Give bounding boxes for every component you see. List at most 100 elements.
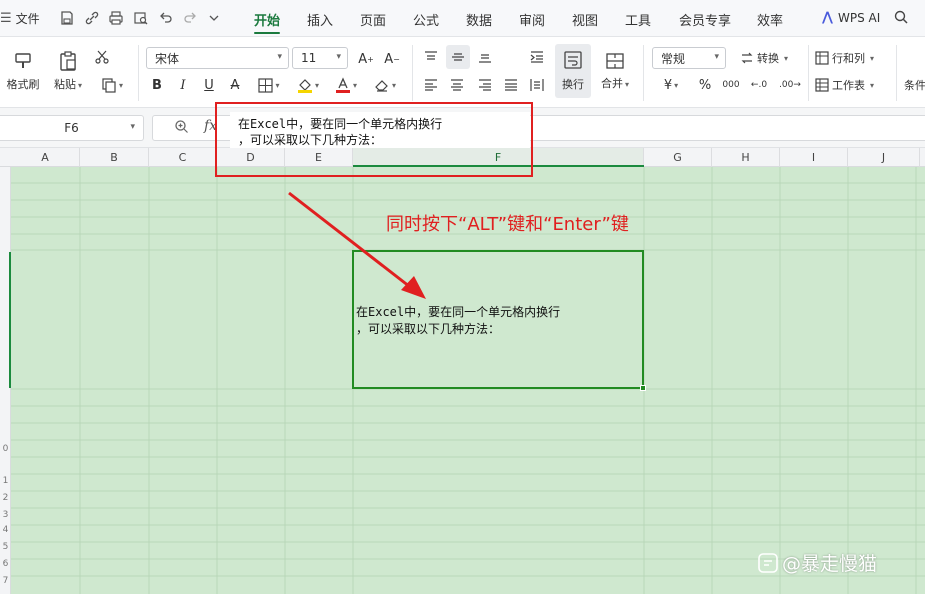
row-header[interactable]: 1 [0,476,11,486]
font-size-select[interactable]: 11 ▾ [292,47,348,69]
row-header[interactable]: 5 [0,542,11,552]
cell-f6-content: 在Excel中，要在同一个单元格内换行 ，可以采取以下几种方法： [356,304,560,338]
fill-handle[interactable] [640,385,646,391]
indent-icon[interactable] [526,47,548,67]
align-left-icon[interactable] [420,75,442,95]
cell-line-2: ，可以采取以下几种方法： [356,322,501,336]
wrap-text-button[interactable]: 换行 [555,44,591,98]
merge-cells-button[interactable]: 合并 ▾ [597,45,633,97]
align-right-icon[interactable] [474,75,496,95]
row-header[interactable]: 2 [0,493,11,503]
rows-columns-label: 行和列 [832,52,865,65]
zoom-icon[interactable] [174,119,189,137]
underline-button[interactable]: U [200,75,218,95]
column-header-g[interactable]: G [644,148,712,167]
search-icon[interactable] [893,9,909,28]
tab-formula[interactable]: 公式 [413,10,439,29]
worksheet-button[interactable]: 工作表 ▾ [815,75,885,95]
column-header-b[interactable]: B [80,148,149,167]
copy-icon [102,78,116,93]
worksheet-icon [815,78,829,92]
file-menu[interactable]: ☰ 文件 [0,10,40,27]
percent-button[interactable]: % [696,75,714,95]
column-header-i[interactable]: I [780,148,848,167]
tab-home[interactable]: 开始 [254,10,280,29]
currency-icon: ¥ [663,77,673,93]
name-box-value: F6 [64,121,79,135]
wps-ai-button[interactable]: ⋀ WPS AI [822,10,880,25]
column-header-h[interactable]: H [712,148,780,167]
paint-bucket-icon [297,79,312,93]
toutiao-logo-icon [758,552,778,573]
row-header[interactable]: 0 [0,444,11,454]
rows-columns-button[interactable]: 行和列 ▾ [815,48,885,68]
font-size-value: 11 [301,51,317,65]
print-preview-icon[interactable] [131,8,151,28]
font-name-select[interactable]: 宋体 ▾ [146,47,289,69]
tab-member[interactable]: 会员专享 [679,10,731,29]
increase-font-icon[interactable]: A + [356,49,376,69]
clear-format-button[interactable]: ▾ [369,75,401,95]
tab-tools[interactable]: 工具 [625,10,651,29]
row-header[interactable]: 6 [0,559,11,569]
tab-efficiency[interactable]: 效率 [757,10,783,29]
font-color-button[interactable]: ▾ [330,75,362,95]
name-box[interactable]: F6 ▾ [0,115,144,141]
conditional-format-button[interactable]: 条件 [904,75,925,95]
convert-label: 转换 [756,52,779,65]
tab-view[interactable]: 视图 [572,10,598,29]
cell-line-1: 在Excel中，要在同一个单元格内换行 [356,305,561,319]
currency-button[interactable]: ¥ ▾ [656,75,686,95]
merge-cells-label: 合并 [600,77,623,90]
copy-button[interactable]: ▾ [95,75,129,95]
paste-button[interactable]: 粘贴 ▾ [50,45,86,97]
font-name-value: 宋体 [155,51,180,66]
save-icon[interactable] [57,8,77,28]
increase-decimal-button[interactable]: ←.0 [746,75,772,95]
column-header-a[interactable]: A [11,148,80,167]
quick-access-more-icon[interactable] [204,8,224,28]
fill-color-button[interactable]: ▾ [292,75,324,95]
thousands-separator-button[interactable]: 000 [720,75,742,95]
italic-button[interactable]: I [174,75,192,95]
align-center-icon[interactable] [446,75,468,95]
decrease-font-icon[interactable]: A − [382,49,402,69]
cut-icon[interactable] [92,47,112,67]
format-painter-icon [15,53,31,68]
row-header[interactable]: 7 [0,576,11,586]
number-format-select[interactable]: 常规 ▾ [652,47,726,69]
highlight-box [215,102,533,177]
tab-insert[interactable]: 插入 [307,10,333,29]
column-header-c[interactable]: C [149,148,217,167]
distributed-align-icon[interactable] [526,75,548,95]
row-header[interactable]: 4 [0,525,11,535]
hamburger-icon: ☰ [0,11,12,26]
convert-button[interactable]: 转换 ▾ [735,48,793,68]
borders-button[interactable]: ▾ [254,75,284,95]
merge-cells-icon [606,53,624,69]
tab-page[interactable]: 页面 [360,10,386,29]
print-icon[interactable] [106,8,126,28]
tab-data[interactable]: 数据 [466,10,492,29]
tip-text: 同时按下“ALT”键和“Enter”键 [386,214,629,235]
align-middle-icon[interactable] [446,45,470,69]
ribbon-divider [808,45,809,101]
chevron-down-icon: ▾ [714,52,719,62]
link-icon[interactable] [82,8,102,28]
tab-review[interactable]: 审阅 [519,10,545,29]
undo-icon[interactable] [156,8,176,28]
decrease-decimal-button[interactable]: .00→ [776,75,804,95]
format-painter-button[interactable]: 格式刷 [4,45,42,97]
column-header-j[interactable]: J [848,148,920,167]
align-bottom-icon[interactable] [474,47,496,67]
conditional-format-label: 条件 [904,79,925,92]
number-format-value: 常规 [661,51,686,66]
justify-icon[interactable] [500,75,522,95]
file-menu-label: 文件 [15,12,40,26]
format-painter-label: 格式刷 [6,78,40,91]
redo-icon[interactable] [180,8,200,28]
align-top-icon[interactable] [420,47,442,67]
strikethrough-button[interactable]: A [226,75,244,95]
bold-button[interactable]: B [148,75,166,95]
row-header[interactable]: 3 [0,510,11,520]
